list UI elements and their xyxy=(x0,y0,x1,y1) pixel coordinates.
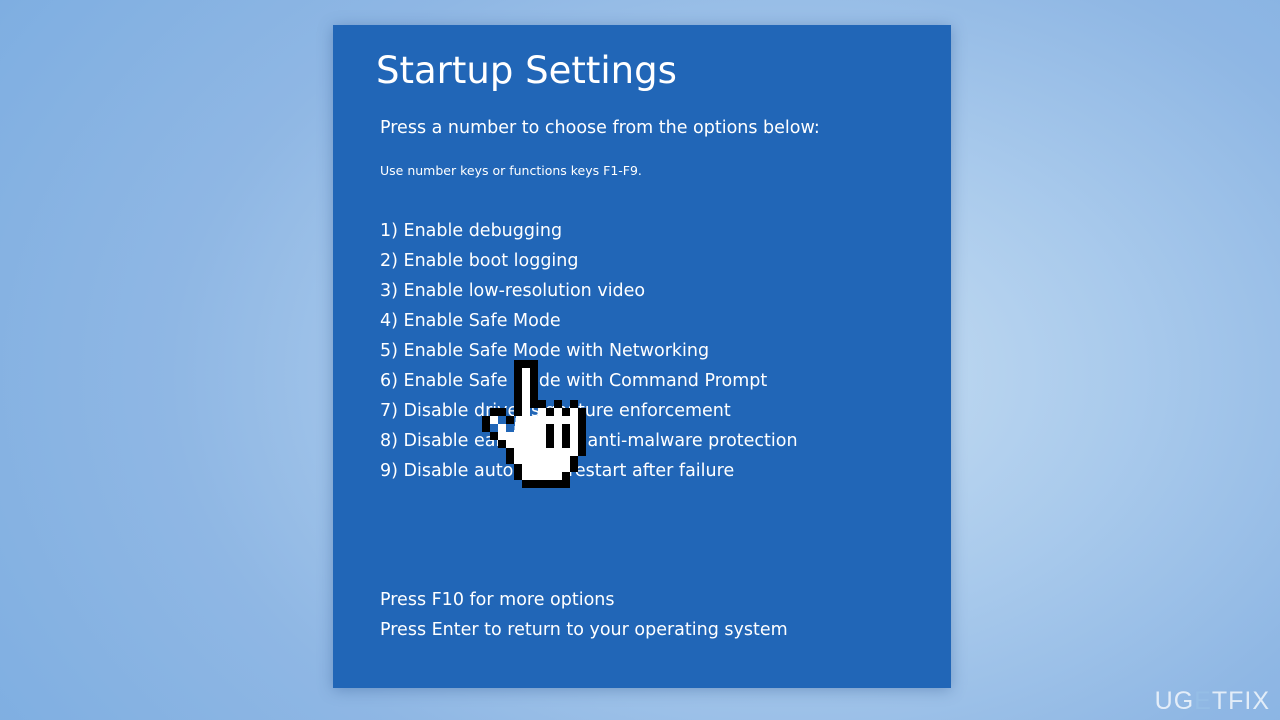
instruction-text: Press a number to choose from the option… xyxy=(380,118,820,138)
option-enable-debugging[interactable]: 1) Enable debugging xyxy=(380,216,798,246)
hint-text: Use number keys or functions keys F1-F9. xyxy=(380,163,642,178)
watermark-text-accent: E xyxy=(1194,687,1212,715)
option-enable-boot-logging[interactable]: 2) Enable boot logging xyxy=(380,246,798,276)
watermark-text-part: TFIX xyxy=(1211,687,1270,715)
footer-instructions: Press F10 for more options Press Enter t… xyxy=(380,585,788,645)
startup-settings-screen: Startup Settings Press a number to choos… xyxy=(333,25,951,688)
return-text[interactable]: Press Enter to return to your operating … xyxy=(380,615,788,645)
option-disable-auto-restart[interactable]: 9) Disable automatic restart after failu… xyxy=(380,456,798,486)
startup-options-list: 1) Enable debugging 2) Enable boot loggi… xyxy=(380,216,798,486)
hand-pointer-cursor-icon xyxy=(482,360,586,488)
option-safe-mode-networking[interactable]: 5) Enable Safe Mode with Networking xyxy=(380,336,798,366)
option-disable-early-launch-antimalware[interactable]: 8) Disable early launch anti-malware pro… xyxy=(380,426,798,456)
page-title: Startup Settings xyxy=(376,49,677,92)
option-enable-low-resolution-video[interactable]: 3) Enable low-resolution video xyxy=(380,276,798,306)
option-enable-safe-mode[interactable]: 4) Enable Safe Mode xyxy=(380,306,798,336)
ugetfix-watermark-logo: UGETFIX xyxy=(1155,689,1270,714)
option-safe-mode-command-prompt[interactable]: 6) Enable Safe Mode with Command Prompt xyxy=(380,366,798,396)
option-disable-driver-signature[interactable]: 7) Disable driver signature enforcement xyxy=(380,396,798,426)
watermark-text-part: UG xyxy=(1154,687,1195,715)
more-options-text[interactable]: Press F10 for more options xyxy=(380,585,788,615)
